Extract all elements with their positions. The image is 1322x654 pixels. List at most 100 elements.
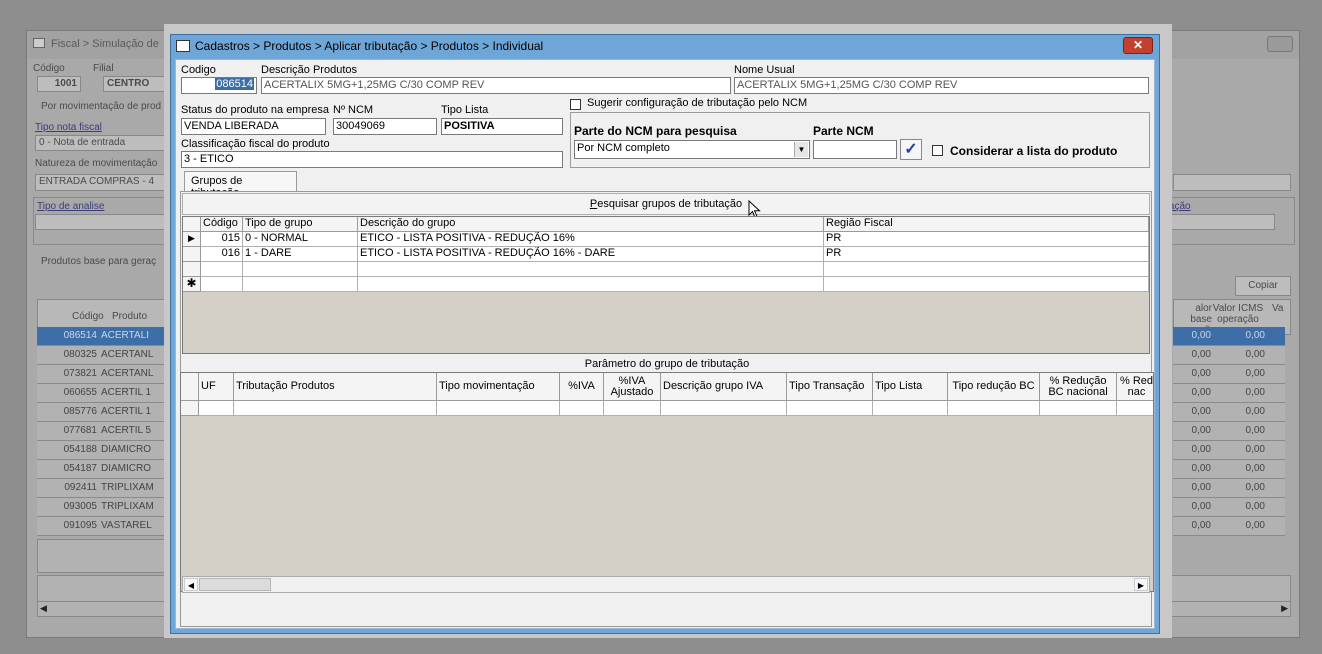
bg-table-row-values[interactable]: 0,00 0,00 bbox=[1173, 441, 1285, 460]
classificacao-field[interactable]: 3 - ETICO bbox=[181, 151, 563, 168]
pesquisar-grupos-button[interactable]: Pesquisar grupos de tributação bbox=[182, 193, 1150, 215]
bg-copiar-button[interactable]: Copiar bbox=[1235, 276, 1291, 296]
row-indicator[interactable] bbox=[183, 262, 201, 277]
bg-scroll-right-icon[interactable]: ▶ bbox=[1281, 603, 1288, 614]
empty-cell[interactable] bbox=[1040, 401, 1117, 416]
bg-table-row[interactable]: 085776 ACERTIL 1 bbox=[37, 403, 167, 422]
background-close-button[interactable] bbox=[1267, 36, 1293, 52]
bg-tipo-nota-field[interactable]: 0 - Nota de entrada bbox=[35, 135, 167, 151]
column-header[interactable]: %IVA bbox=[560, 373, 604, 401]
bg-table-row[interactable]: 092411 TRIPLIXAM bbox=[37, 479, 167, 498]
scroll-left-icon[interactable]: ◀ bbox=[184, 578, 198, 591]
empty-cell[interactable] bbox=[824, 277, 1149, 292]
bg-table-row-values[interactable]: 0,00 0,00 bbox=[1173, 422, 1285, 441]
bg-table-row-values[interactable]: 0,00 0,00 bbox=[1173, 517, 1285, 536]
bg-codigo-field[interactable]: 1001 bbox=[37, 76, 81, 92]
row-indicator[interactable] bbox=[183, 247, 201, 262]
column-header[interactable]: Código bbox=[201, 217, 243, 232]
bg-table-row-values[interactable]: 0,00 0,00 bbox=[1173, 498, 1285, 517]
empty-cell[interactable] bbox=[201, 277, 243, 292]
considerar-checkbox[interactable] bbox=[932, 145, 943, 156]
bg-table-row-values[interactable]: 0,00 0,00 bbox=[1173, 327, 1285, 346]
bg-table-row[interactable]: 060655 ACERTIL 1 bbox=[37, 384, 167, 403]
bg-tributacao-field[interactable] bbox=[1157, 214, 1275, 230]
bg-table-row[interactable]: 091095 VASTAREL bbox=[37, 517, 167, 536]
column-header[interactable]: Descrição grupo IVA bbox=[661, 373, 787, 401]
bg-table-row-values[interactable]: 0,00 0,00 bbox=[1173, 460, 1285, 479]
bg-table-row[interactable]: 093005 TRIPLIXAM bbox=[37, 498, 167, 517]
grid-cell[interactable]: 1 - DARE bbox=[243, 247, 358, 262]
bg-table-row[interactable]: 054188 DIAMICRO bbox=[37, 441, 167, 460]
bg-table-row-values[interactable]: 0,00 0,00 bbox=[1173, 346, 1285, 365]
column-header[interactable]: % Red nac bbox=[1117, 373, 1153, 401]
grid-cell[interactable]: 016 bbox=[201, 247, 243, 262]
grid-cell[interactable]: ETICO - LISTA POSITIVA - REDUÇÃO 16% - D… bbox=[358, 247, 824, 262]
column-header[interactable]: UF bbox=[199, 373, 234, 401]
ncm-field[interactable]: 30049069 bbox=[333, 118, 437, 135]
bg-table-row[interactable]: 080325 ACERTANL bbox=[37, 346, 167, 365]
chevron-down-icon[interactable]: ▼ bbox=[794, 142, 808, 157]
grid-cell[interactable]: ETICO - LISTA POSITIVA - REDUÇÃO 16% bbox=[358, 232, 824, 247]
scroll-right-icon[interactable]: ▶ bbox=[1134, 578, 1148, 591]
empty-cell[interactable] bbox=[358, 277, 824, 292]
column-header[interactable]: Tributação Produtos bbox=[234, 373, 437, 401]
bg-right-field[interactable] bbox=[1173, 174, 1291, 191]
bg-table-row-values[interactable]: 0,00 0,00 bbox=[1173, 384, 1285, 403]
empty-cell[interactable] bbox=[243, 262, 358, 277]
status-field[interactable]: VENDA LIBERADA bbox=[181, 118, 326, 135]
nome-usual-field[interactable]: ACERTALIX 5MG+1,25MG C/30 COMP REV bbox=[734, 77, 1149, 94]
bg-table-row-values[interactable]: 0,00 0,00 bbox=[1173, 479, 1285, 498]
column-header[interactable]: % Redução BC nacional bbox=[1040, 373, 1117, 401]
bg-table-row[interactable]: 077681 ACERTIL 5 bbox=[37, 422, 167, 441]
empty-cell[interactable] bbox=[787, 401, 873, 416]
bg-natureza-field[interactable]: ENTRADA COMPRAS - 4 bbox=[35, 174, 167, 191]
codigo-field[interactable]: 086514 bbox=[181, 77, 257, 94]
column-header[interactable]: Tipo de grupo bbox=[243, 217, 358, 232]
current-row-icon[interactable]: ▶ bbox=[183, 232, 201, 247]
bg-filial-field[interactable]: CENTRO bbox=[103, 76, 173, 92]
column-header[interactable]: Tipo movimentação bbox=[437, 373, 560, 401]
grid-cell[interactable]: 0 - NORMAL bbox=[243, 232, 358, 247]
tipo-lista-field[interactable]: POSITIVA bbox=[441, 118, 563, 135]
column-header[interactable]: Descrição do grupo bbox=[358, 217, 824, 232]
empty-cell[interactable] bbox=[199, 401, 234, 416]
new-row-icon[interactable]: ✱ bbox=[183, 277, 201, 292]
bg-table-row[interactable]: 073821 ACERTANL bbox=[37, 365, 167, 384]
column-header[interactable]: %IVA Ajustado bbox=[604, 373, 661, 401]
parte-ncm-pesquisa-select[interactable]: Por NCM completo ▼ bbox=[574, 140, 810, 159]
bg-table-row[interactable]: 086514 ACERTALI bbox=[37, 327, 167, 346]
grid-cell[interactable]: 015 bbox=[201, 232, 243, 247]
bg-analise-field[interactable] bbox=[35, 214, 167, 230]
grid-cell[interactable]: PR bbox=[824, 232, 1149, 247]
empty-cell[interactable] bbox=[234, 401, 437, 416]
empty-cell[interactable] bbox=[824, 262, 1149, 277]
grid-cell[interactable]: PR bbox=[824, 247, 1149, 262]
bg-table-row-values[interactable]: 0,00 0,00 bbox=[1173, 365, 1285, 384]
empty-cell[interactable] bbox=[358, 262, 824, 277]
bg-scroll-left-icon[interactable]: ◀ bbox=[40, 603, 47, 614]
empty-cell[interactable] bbox=[604, 401, 661, 416]
column-header[interactable]: Tipo Transação bbox=[787, 373, 873, 401]
parametro-hscrollbar[interactable]: ◀ ▶ bbox=[182, 576, 1150, 593]
sugerir-checkbox[interactable] bbox=[570, 99, 581, 110]
empty-cell[interactable] bbox=[873, 401, 948, 416]
empty-cell[interactable] bbox=[560, 401, 604, 416]
scroll-thumb[interactable] bbox=[199, 578, 271, 591]
empty-cell[interactable] bbox=[201, 262, 243, 277]
bg-table-row[interactable]: 054187 DIAMICRO bbox=[37, 460, 167, 479]
column-header[interactable]: Região Fiscal bbox=[824, 217, 1149, 232]
column-header[interactable]: Tipo Lista bbox=[873, 373, 948, 401]
parte-ncm-field[interactable] bbox=[813, 140, 897, 159]
descricao-field[interactable]: ACERTALIX 5MG+1,25MG C/30 COMP REV bbox=[261, 77, 731, 94]
column-header[interactable]: Tipo redução BC bbox=[948, 373, 1040, 401]
bg-table-row-values[interactable]: 0,00 0,00 bbox=[1173, 403, 1285, 422]
empty-cell[interactable] bbox=[948, 401, 1040, 416]
confirm-check-icon[interactable]: ✓ bbox=[900, 139, 922, 160]
row-indicator[interactable] bbox=[181, 401, 199, 416]
empty-cell[interactable] bbox=[437, 401, 560, 416]
empty-cell[interactable] bbox=[243, 277, 358, 292]
tab-grupos-tributacao[interactable]: Grupos de tributação bbox=[184, 171, 297, 199]
empty-cell[interactable] bbox=[1117, 401, 1153, 416]
empty-cell[interactable] bbox=[661, 401, 787, 416]
dialog-close-button[interactable]: ✕ bbox=[1123, 37, 1153, 54]
